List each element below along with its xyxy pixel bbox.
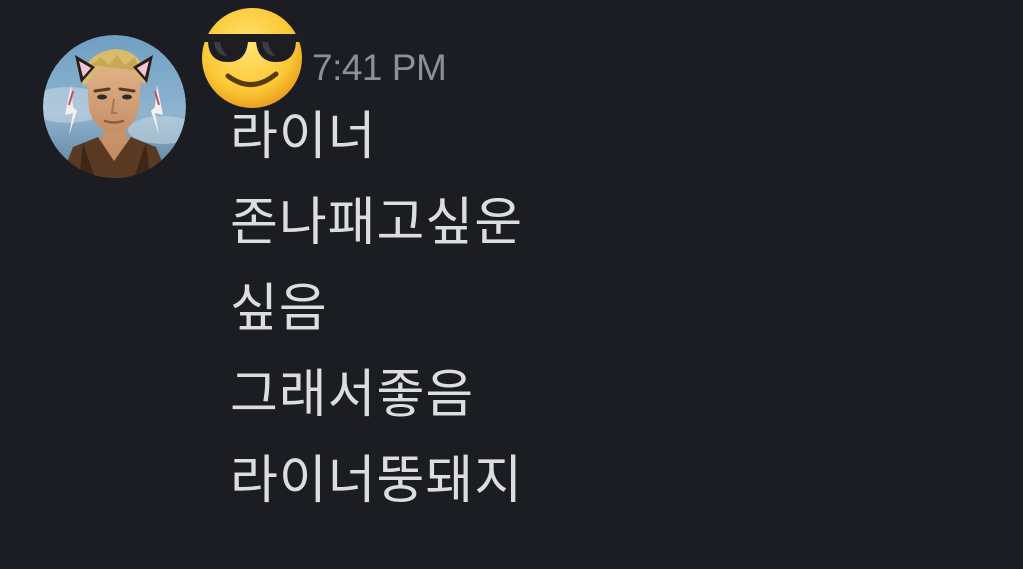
message-line: 라이너뚱돼지 [230, 451, 524, 511]
message-line: 라이너 [230, 107, 377, 167]
message-content: 라이너 존나패고싶운 싶음 그래서좋음 라이너뚱돼지 [230, 102, 523, 532]
chat-message: 7:41 PM 라이너 존나패고싶운 싶음 그래서좋음 라이너뚱돼지 [0, 0, 1023, 569]
message-line: 그래서좋음 [230, 365, 475, 425]
message-line: 존나패고싶운 [230, 193, 524, 253]
avatar-image [43, 35, 186, 178]
message-timestamp: 7:41 PM [312, 47, 447, 88]
message-line: 싶음 [230, 279, 328, 339]
sunglasses-emoji-graphic [202, 8, 302, 108]
user-avatar[interactable] [43, 35, 186, 178]
smiling-face-with-sunglasses-icon[interactable] [198, 4, 306, 108]
